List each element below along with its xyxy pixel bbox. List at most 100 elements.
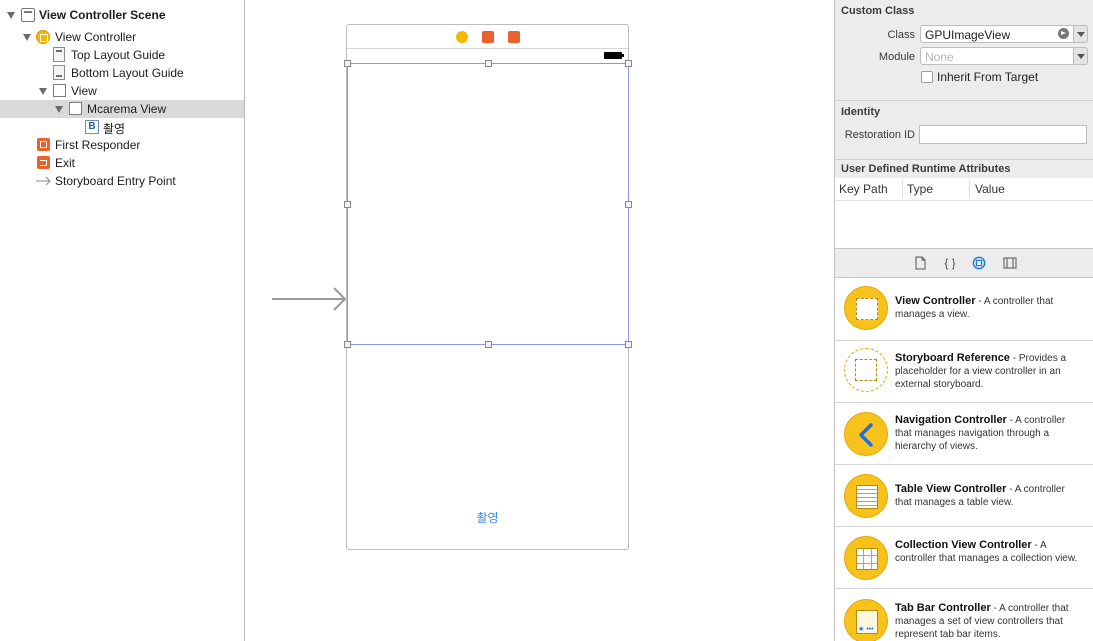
runtime-attributes-table[interactable]: Key Path Type Value: [835, 178, 1093, 248]
disclosure-triangle-icon[interactable]: [7, 12, 15, 19]
column-header-key-path[interactable]: Key Path: [839, 182, 888, 196]
class-value: GPUImageView: [925, 28, 1011, 42]
battery-icon: [604, 52, 624, 59]
outline-item-label: Top Layout Guide: [71, 48, 166, 62]
media-library-icon[interactable]: [1003, 256, 1017, 270]
resize-handle[interactable]: [625, 60, 632, 67]
collection-view-controller-icon: [844, 536, 888, 580]
resize-handle[interactable]: [625, 341, 632, 348]
outline-item-view[interactable]: View: [0, 82, 244, 100]
outline-item-first-responder[interactable]: First Responder: [0, 136, 244, 154]
library-item-collection-view-controller[interactable]: Collection View Controller - A controlle…: [835, 527, 1093, 589]
outline-item-label: Storyboard Entry Point: [55, 174, 176, 188]
navigation-controller-icon: [844, 412, 888, 456]
class-combo-box[interactable]: GPUImageView: [920, 25, 1088, 43]
library-item-title: View Controller: [895, 295, 976, 307]
library-tab-bar: { }: [835, 248, 1093, 278]
custom-class-section: Custom Class Class GPUImageView Module N…: [835, 0, 1093, 100]
library-item-title: Tab Bar Controller: [895, 602, 991, 614]
module-label: Module: [878, 51, 915, 63]
library-item-storyboard-reference[interactable]: Storyboard Reference - Provides a placeh…: [835, 341, 1093, 403]
outline-item-label: Mcarema View: [87, 102, 167, 116]
chevron-down-icon[interactable]: [1073, 25, 1088, 43]
code-snippet-icon[interactable]: { }: [943, 256, 957, 270]
section-title: Identity: [841, 106, 881, 118]
inherit-from-target-checkbox[interactable]: [921, 71, 933, 83]
library-item-view-controller[interactable]: View Controller - A controller that mana…: [835, 279, 1093, 341]
module-placeholder: None: [925, 50, 954, 64]
exit-icon: [37, 156, 50, 169]
outline-item-view-controller-scene[interactable]: View Controller Scene: [0, 6, 244, 24]
disclosure-triangle-icon[interactable]: [39, 88, 47, 95]
outline-item-bottom-layout-guide[interactable]: Bottom Layout Guide: [0, 64, 244, 82]
outline-item-label: View Controller Scene: [39, 8, 166, 22]
view-icon: [53, 84, 66, 97]
outline-item-label: 촬영: [103, 122, 126, 136]
runtime-attributes-section: User Defined Runtime Attributes: [835, 160, 1093, 178]
document-outline[interactable]: View Controller Scene View Controller To…: [0, 0, 245, 641]
layout-guide-icon: [53, 65, 65, 80]
xcode-storyboard-editor: View Controller Scene View Controller To…: [0, 0, 1093, 641]
section-title: Custom Class: [841, 5, 915, 17]
resize-handle[interactable]: [625, 201, 632, 208]
outline-item-label: View: [71, 84, 97, 98]
outline-item-mcarema-view[interactable]: Mcarema View: [0, 100, 244, 118]
view-controller-scene[interactable]: 촬영: [344, 24, 632, 550]
resize-handle[interactable]: [485, 60, 492, 67]
first-responder-icon[interactable]: [481, 30, 494, 43]
restoration-id-label: Restoration ID: [844, 129, 915, 141]
storyboard-canvas[interactable]: 촬영: [246, 0, 834, 641]
library-item-table-view-controller[interactable]: Table View Controller - A controller tha…: [835, 465, 1093, 527]
outline-item-view-controller[interactable]: View Controller: [0, 28, 244, 46]
column-header-value[interactable]: Value: [975, 182, 1005, 196]
storyboard-reference-icon: [844, 348, 888, 392]
resize-handle[interactable]: [344, 341, 351, 348]
resize-handle[interactable]: [485, 341, 492, 348]
outline-item-label: View Controller: [55, 30, 137, 44]
column-separator: [969, 180, 970, 198]
view-controller-icon: [844, 286, 888, 330]
go-to-class-icon[interactable]: [1058, 28, 1069, 39]
outline-item-exit[interactable]: Exit: [0, 154, 244, 172]
view-icon: [69, 102, 82, 115]
mcarema-view[interactable]: [344, 60, 632, 348]
exit-icon[interactable]: [507, 30, 520, 43]
restoration-id-field[interactable]: [919, 125, 1087, 144]
scene-dock: [347, 25, 628, 49]
outline-item-shoot-button[interactable]: B 촬영: [0, 118, 244, 136]
class-label: Class: [887, 29, 915, 41]
object-library-list[interactable]: View Controller - A controller that mana…: [835, 279, 1093, 641]
column-header-type[interactable]: Type: [907, 182, 933, 196]
module-combo-box[interactable]: None: [920, 47, 1088, 65]
column-separator: [902, 180, 903, 198]
library-item-title: Table View Controller: [895, 483, 1007, 495]
storyboard-scene-icon: [21, 8, 35, 22]
view-controller-icon[interactable]: [455, 30, 468, 43]
disclosure-triangle-icon[interactable]: [23, 34, 31, 41]
entry-point-arrow-icon: [36, 176, 51, 186]
object-library-icon[interactable]: [972, 256, 986, 270]
resize-handle[interactable]: [344, 60, 351, 67]
layout-guide-icon: [53, 47, 65, 62]
library-item-tab-bar-controller[interactable]: Tab Bar Controller - A controller that m…: [835, 589, 1093, 641]
view-controller-icon: [36, 30, 50, 44]
tab-bar-controller-icon: [844, 599, 888, 641]
library-item-title: Collection View Controller: [895, 539, 1032, 551]
identity-inspector: Custom Class Class GPUImageView Module N…: [834, 0, 1093, 641]
file-template-icon[interactable]: [913, 256, 927, 270]
disclosure-triangle-icon[interactable]: [55, 106, 63, 113]
resize-handle[interactable]: [344, 201, 351, 208]
inherit-from-target-label: Inherit From Target: [937, 70, 1039, 84]
library-item-title: Storyboard Reference: [895, 352, 1010, 364]
outline-item-top-layout-guide[interactable]: Top Layout Guide: [0, 46, 244, 64]
entry-point-arrow-icon[interactable]: [272, 284, 348, 314]
first-responder-icon: [37, 138, 50, 151]
library-item-navigation-controller[interactable]: Navigation Controller - A controller tha…: [835, 403, 1093, 465]
outline-item-label: First Responder: [55, 138, 141, 152]
identity-section: Identity Restoration ID: [835, 101, 1093, 159]
outline-item-storyboard-entry-point[interactable]: Storyboard Entry Point: [0, 172, 244, 190]
table-view-controller-icon: [844, 474, 888, 518]
button-icon: B: [85, 120, 99, 134]
shoot-button[interactable]: 촬영: [347, 509, 628, 526]
chevron-down-icon[interactable]: [1073, 47, 1088, 65]
